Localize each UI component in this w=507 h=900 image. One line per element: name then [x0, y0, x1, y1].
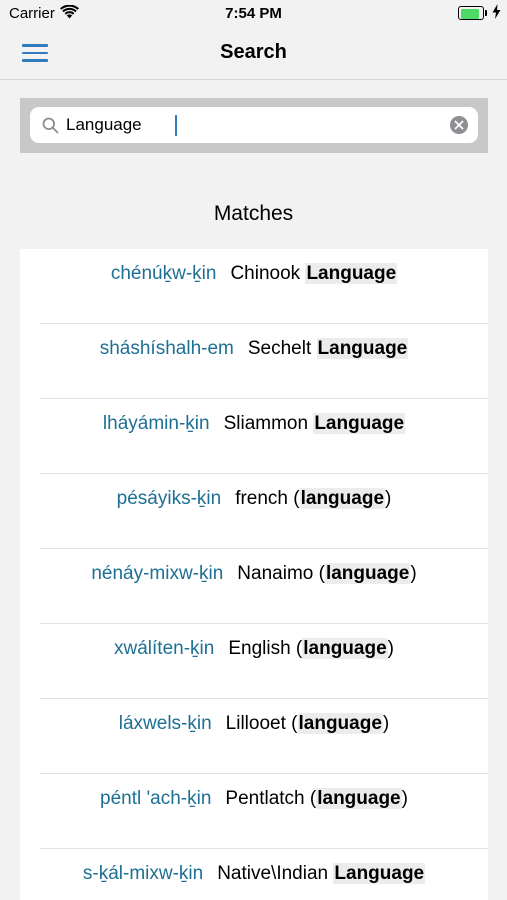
results-list: chénúḵw-ḵin Chinook Language sháshíshalh-e…	[20, 249, 488, 900]
search-icon	[42, 117, 59, 139]
term-prefix: Sechelt	[247, 338, 317, 359]
result-row[interactable]: pésáyiks-ḵin french (language)	[20, 474, 488, 549]
search-field[interactable]	[30, 107, 478, 143]
term-suffix: )	[387, 638, 394, 659]
section-header: Matches	[213, 202, 294, 225]
native-term: péntl 'ach-ḵin	[100, 788, 212, 809]
result-content: láxwels-ḵin Lillooet (language)	[20, 713, 488, 735]
search-bar	[20, 98, 488, 153]
text-cursor	[175, 115, 177, 136]
term-prefix: Chinook	[230, 263, 306, 284]
match-highlight: Language	[305, 263, 398, 284]
result-row[interactable]: sháshíshalh-em Sechelt Language	[20, 324, 488, 399]
term-suffix: )	[382, 713, 390, 734]
clear-icon	[454, 120, 464, 130]
native-term: nénáy-mixw-ḵin	[91, 563, 224, 584]
result-content: s-ḵál-mixw-ḵin Native\Indian Language	[20, 863, 488, 885]
native-term: lháyámin-ḵin	[102, 413, 210, 434]
native-term: sháshíshalh-em	[99, 338, 234, 359]
term-prefix: Sliammon	[223, 413, 314, 434]
english-term: Nanaimo (language)	[237, 563, 417, 584]
match-highlight: language	[316, 788, 402, 809]
match-highlight: Language	[316, 338, 409, 359]
charging-bolt-icon	[492, 4, 501, 24]
result-content: nénáy-mixw-ḵin Nanaimo (language)	[20, 563, 488, 585]
match-highlight: language	[324, 563, 411, 584]
result-row[interactable]: xwálíten-ḵin English (language)	[20, 624, 488, 699]
term-suffix: )	[410, 563, 417, 584]
navigation-bar: Search	[0, 28, 507, 80]
match-highlight: language	[297, 713, 383, 734]
term-prefix: Pentlatch (	[225, 788, 317, 809]
result-content: lháyámin-ḵin Sliammon Language	[20, 413, 488, 435]
term-prefix: English (	[228, 638, 303, 659]
page-title: Search	[220, 41, 287, 63]
result-row[interactable]: láxwels-ḵin Lillooet (language)	[20, 699, 488, 774]
result-content: péntl 'ach-ḵin Pentlatch (language)	[20, 788, 488, 810]
native-term: chénúḵw-ḵin	[110, 263, 217, 284]
english-term: Native\Indian Language	[217, 863, 426, 884]
native-term: xwálíten-ḵin	[114, 638, 215, 659]
status-bar: Carrier 7:54 PM	[0, 0, 507, 28]
clear-search-button[interactable]	[450, 116, 468, 134]
match-highlight: Language	[333, 863, 426, 884]
native-term: s-ḵál-mixw-ḵin	[82, 863, 204, 884]
english-term: Pentlatch (language)	[225, 788, 408, 809]
term-prefix: Native\Indian	[217, 863, 334, 884]
term-prefix: Nanaimo (	[237, 563, 325, 584]
clock: 7:54 PM	[225, 5, 282, 22]
term-prefix: french (	[235, 488, 300, 509]
term-suffix: )	[385, 488, 392, 509]
result-content: xwálíten-ḵin English (language)	[20, 638, 488, 660]
english-term: Lillooet (language)	[225, 713, 390, 734]
english-term: English (language)	[228, 638, 394, 659]
result-row[interactable]: nénáy-mixw-ḵin Nanaimo (language)	[20, 549, 488, 624]
result-row[interactable]: chénúḵw-ḵin Chinook Language	[20, 249, 488, 324]
result-content: sháshíshalh-em Sechelt Language	[20, 338, 488, 360]
result-row[interactable]: s-ḵál-mixw-ḵin Native\Indian Language	[20, 849, 488, 900]
match-highlight: language	[302, 638, 388, 659]
result-row[interactable]: lháyámin-ḵin Sliammon Language	[20, 399, 488, 474]
search-input[interactable]	[66, 111, 436, 139]
english-term: Chinook Language	[230, 263, 398, 284]
result-content: pésáyiks-ḵin french (language)	[20, 488, 488, 510]
match-highlight: Language	[313, 413, 406, 434]
english-term: Sliammon Language	[223, 413, 406, 434]
match-highlight: language	[299, 488, 386, 509]
term-suffix: )	[401, 788, 408, 809]
english-term: Sechelt Language	[247, 338, 409, 359]
english-term: french (language)	[235, 488, 391, 509]
term-prefix: Lillooet (	[225, 713, 298, 734]
battery-icon	[458, 6, 487, 20]
native-term: láxwels-ḵin	[118, 713, 212, 734]
result-row[interactable]: péntl 'ach-ḵin Pentlatch (language)	[20, 774, 488, 849]
native-term: pésáyiks-ḵin	[116, 488, 222, 509]
result-content: chénúḵw-ḵin Chinook Language	[20, 263, 488, 285]
